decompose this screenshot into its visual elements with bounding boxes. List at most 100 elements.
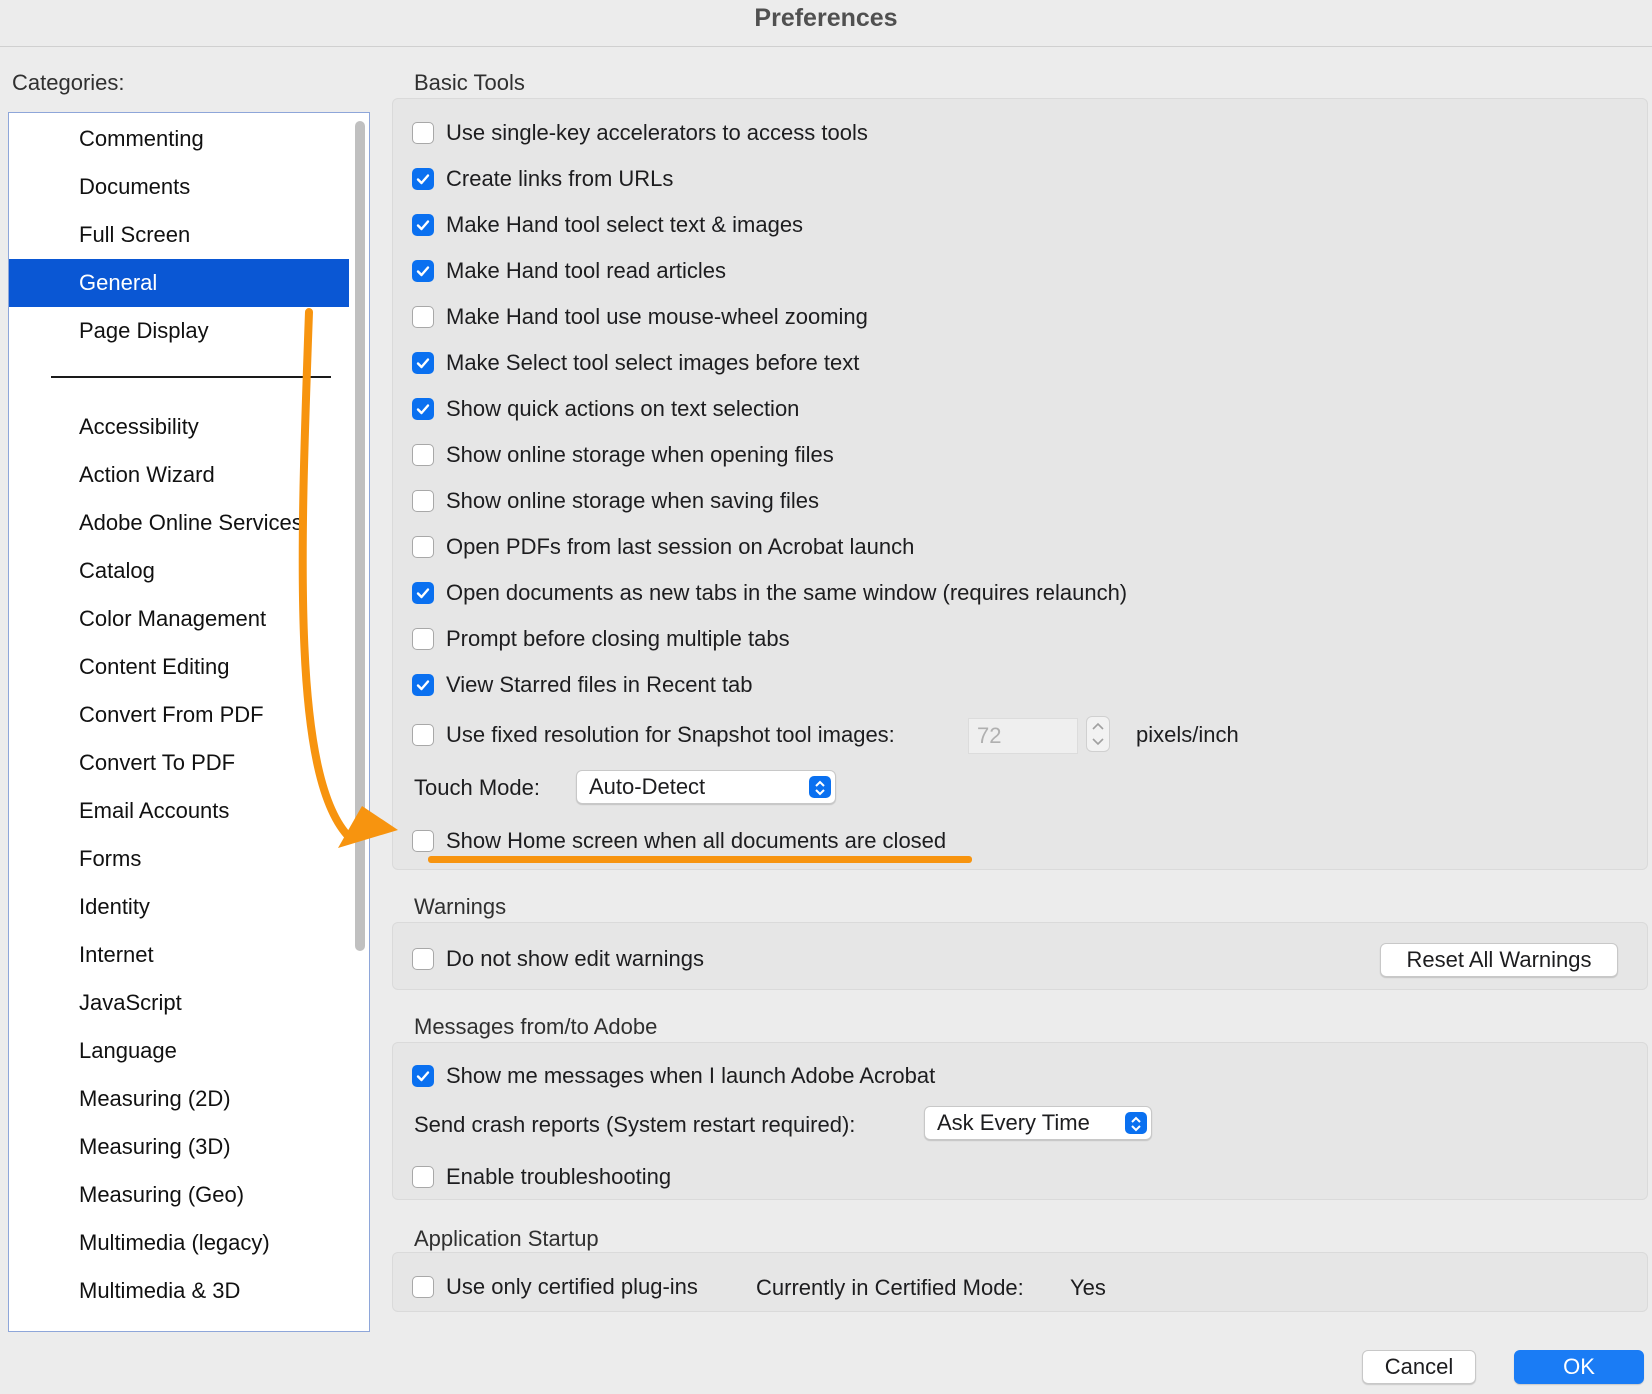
- option-label: Make Select tool select images before te…: [446, 350, 860, 375]
- touch-mode-select[interactable]: Auto-Detect: [576, 770, 836, 804]
- category-color-management[interactable]: Color Management: [9, 595, 349, 643]
- option-row[interactable]: Open documents as new tabs in the same w…: [412, 577, 1127, 609]
- checkbox[interactable]: [412, 948, 434, 970]
- category-internet[interactable]: Internet: [9, 931, 349, 979]
- category-content-editing[interactable]: Content Editing: [9, 643, 349, 691]
- category-adobe-online-services[interactable]: Adobe Online Services: [9, 499, 349, 547]
- checkbox[interactable]: [412, 1276, 434, 1298]
- checkbox[interactable]: [412, 536, 434, 558]
- checkbox[interactable]: [412, 724, 434, 746]
- option-row[interactable]: Use single-key accelerators to access to…: [412, 117, 868, 149]
- option-label: Show quick actions on text selection: [446, 396, 800, 421]
- categories-list[interactable]: Commenting Documents Full Screen General…: [8, 112, 370, 1332]
- category-identity[interactable]: Identity: [9, 883, 349, 931]
- option-row[interactable]: Show quick actions on text selection: [412, 393, 799, 425]
- option-row[interactable]: Show online storage when saving files: [412, 485, 819, 517]
- category-multimedia-legacy[interactable]: Multimedia (legacy): [9, 1219, 349, 1267]
- option-label: Open documents as new tabs in the same w…: [446, 580, 1128, 605]
- ok-button[interactable]: OK: [1514, 1350, 1644, 1384]
- option-label: Make Hand tool read articles: [446, 258, 727, 283]
- snapshot-resolution-field[interactable]: 72: [968, 718, 1078, 754]
- option-row[interactable]: Show online storage when opening files: [412, 439, 834, 471]
- snapshot-label: Use fixed resolution for Snapshot tool i…: [446, 722, 895, 747]
- checkbox-checked[interactable]: [412, 1065, 434, 1087]
- checkbox-checked[interactable]: [412, 214, 434, 236]
- category-email-accounts[interactable]: Email Accounts: [9, 787, 349, 835]
- category-action-wizard[interactable]: Action Wizard: [9, 451, 349, 499]
- option-label: Show online storage when saving files: [446, 488, 820, 513]
- certified-plugins-label: Use only certified plug-ins: [446, 1274, 698, 1299]
- option-label: Make Hand tool use mouse-wheel zooming: [446, 304, 868, 329]
- option-label: View Starred files in Recent tab: [446, 672, 753, 697]
- category-convert-from-pdf[interactable]: Convert From PDF: [9, 691, 349, 739]
- crash-reports-label: Send crash reports (System restart requi…: [414, 1112, 856, 1137]
- option-row[interactable]: Open PDFs from last session on Acrobat l…: [412, 531, 914, 563]
- category-language[interactable]: Language: [9, 1027, 349, 1075]
- checkbox-checked[interactable]: [412, 582, 434, 604]
- categories-label: Categories:: [12, 70, 125, 95]
- select-arrows-icon: [1125, 1112, 1147, 1134]
- option-row[interactable]: View Starred files in Recent tab: [412, 669, 753, 701]
- checkbox[interactable]: [412, 628, 434, 650]
- cancel-button[interactable]: Cancel: [1362, 1350, 1476, 1384]
- category-full-screen[interactable]: Full Screen: [9, 211, 349, 259]
- option-row[interactable]: Make Select tool select images before te…: [412, 347, 859, 379]
- checkbox-checked[interactable]: [412, 398, 434, 420]
- category-multimedia-3d[interactable]: Multimedia & 3D: [9, 1267, 349, 1315]
- option-label: Show online storage when opening files: [446, 442, 834, 467]
- checkbox-checked[interactable]: [412, 168, 434, 190]
- select-arrows-icon: [809, 776, 831, 798]
- category-documents[interactable]: Documents: [9, 163, 349, 211]
- option-row[interactable]: Make Hand tool use mouse-wheel zooming: [412, 301, 868, 333]
- edit-warnings-label: Do not show edit warnings: [446, 946, 705, 971]
- checkbox[interactable]: [412, 830, 434, 852]
- crash-reports-value: Ask Every Time: [937, 1110, 1090, 1135]
- category-accessibility[interactable]: Accessibility: [9, 403, 349, 451]
- checkbox[interactable]: [412, 122, 434, 144]
- category-measuring-3d[interactable]: Measuring (3D): [9, 1123, 349, 1171]
- checkbox[interactable]: [412, 306, 434, 328]
- snapshot-unit: pixels/inch: [1136, 722, 1239, 747]
- category-general[interactable]: General: [9, 259, 349, 307]
- category-javascript[interactable]: JavaScript: [9, 979, 349, 1027]
- checkbox-checked[interactable]: [412, 260, 434, 282]
- checkbox[interactable]: [412, 490, 434, 512]
- troubleshooting-row[interactable]: Enable troubleshooting: [412, 1161, 671, 1193]
- edit-warnings-row[interactable]: Do not show edit warnings: [412, 943, 704, 975]
- checkbox-checked[interactable]: [412, 674, 434, 696]
- category-convert-to-pdf[interactable]: Convert To PDF: [9, 739, 349, 787]
- warnings-title: Warnings: [414, 894, 507, 919]
- window-title: Preferences: [754, 4, 898, 32]
- touch-mode-label: Touch Mode:: [414, 775, 540, 800]
- basic-tools-title: Basic Tools: [414, 70, 525, 95]
- option-row[interactable]: Make Hand tool read articles: [412, 255, 726, 287]
- category-page-display[interactable]: Page Display: [9, 307, 349, 355]
- option-label: Prompt before closing multiple tabs: [446, 626, 790, 651]
- certified-mode-value: Yes: [1070, 1275, 1106, 1300]
- option-row[interactable]: Prompt before closing multiple tabs: [412, 623, 790, 655]
- category-catalog[interactable]: Catalog: [9, 547, 349, 595]
- option-label: Open PDFs from last session on Acrobat l…: [446, 534, 915, 559]
- category-measuring-2d[interactable]: Measuring (2D): [9, 1075, 349, 1123]
- checkbox[interactable]: [412, 444, 434, 466]
- option-row[interactable]: Make Hand tool select text & images: [412, 209, 803, 241]
- certified-plugins-row[interactable]: Use only certified plug-ins: [412, 1271, 698, 1303]
- option-row[interactable]: Create links from URLs: [412, 163, 673, 195]
- option-label: Make Hand tool select text & images: [446, 212, 804, 237]
- touch-mode-value: Auto-Detect: [589, 774, 706, 799]
- home-screen-row[interactable]: Show Home screen when all documents are …: [412, 825, 946, 857]
- reset-all-warnings-button[interactable]: Reset All Warnings: [1380, 943, 1618, 977]
- certified-mode-label: Currently in Certified Mode:: [756, 1275, 1024, 1300]
- category-measuring-geo[interactable]: Measuring (Geo): [9, 1171, 349, 1219]
- checkbox-checked[interactable]: [412, 352, 434, 374]
- show-messages-row[interactable]: Show me messages when I launch Adobe Acr…: [412, 1060, 935, 1092]
- resolution-stepper[interactable]: [1086, 716, 1110, 752]
- crash-reports-select[interactable]: Ask Every Time: [924, 1106, 1152, 1140]
- troubleshooting-label: Enable troubleshooting: [446, 1164, 672, 1189]
- snapshot-row[interactable]: Use fixed resolution for Snapshot tool i…: [412, 719, 895, 751]
- checkbox[interactable]: [412, 1166, 434, 1188]
- option-label: Create links from URLs: [446, 166, 674, 191]
- categories-scrollbar[interactable]: [355, 121, 365, 951]
- category-forms[interactable]: Forms: [9, 835, 349, 883]
- category-commenting[interactable]: Commenting: [9, 115, 349, 163]
